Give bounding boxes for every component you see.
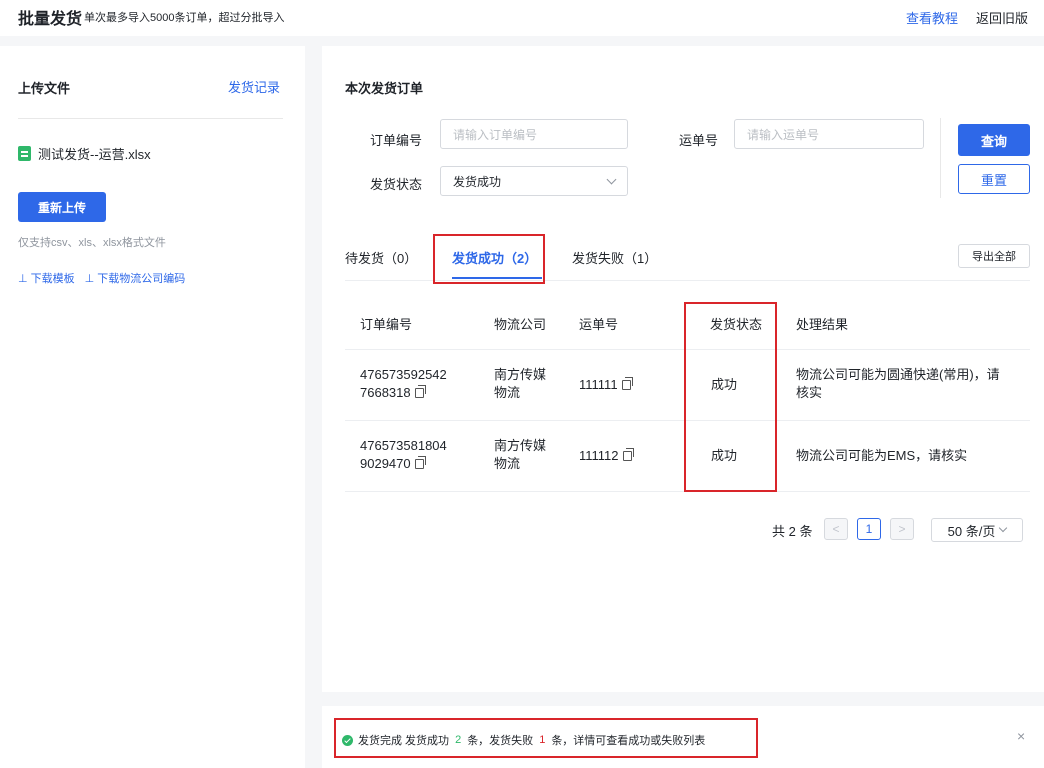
logistics-cell: 南方传媒 物流 (494, 366, 546, 402)
copy-icon[interactable] (621, 377, 633, 390)
highlight-box (334, 718, 758, 758)
logistics-part: 南方传媒 (494, 367, 547, 382)
copy-icon[interactable] (414, 385, 426, 398)
top-bar: 批量发货 单次最多导入5000条订单，超过分批导入 查看教程 返回旧版 (0, 0, 1044, 36)
logistics-part: 物流 (494, 385, 521, 400)
tracking-cell: 111112 (579, 447, 634, 465)
file-format-hint: 仅支持csv、xls、xlsx格式文件 (18, 237, 166, 249)
highlight-box (433, 234, 545, 284)
page-number-button[interactable]: 1 (857, 518, 881, 540)
order-no-part: 476573581804 (360, 438, 447, 453)
order-no-cell: 476573592542 7668318 (360, 366, 447, 402)
column-header-result: 处理结果 (796, 317, 849, 332)
divider (940, 118, 941, 198)
reset-button[interactable]: 重置 (958, 164, 1030, 194)
logistics-part: 南方传媒 (494, 438, 547, 453)
shipping-record-link[interactable]: 发货记录 (228, 77, 280, 96)
download-links: ⊥ 下载模板 ⊥ 下载物流公司编码 (18, 270, 185, 286)
column-header-logistics: 物流公司 (494, 317, 547, 332)
old-version-link[interactable]: 返回旧版 (976, 8, 1028, 27)
result-cell: 物流公司可能为EMS，请核实 (796, 448, 968, 463)
page-title: 批量发货 (18, 11, 83, 28)
upload-title: 上传文件 (18, 81, 71, 96)
order-no-part: 476573592542 (360, 367, 447, 382)
tracking-number: 111112 (579, 448, 619, 463)
order-no-label: 订单编号 (370, 133, 423, 148)
upload-panel: 上传文件 发货记录 测试发货--运营.xlsx 重新上传 仅支持csv、xls、… (0, 46, 305, 768)
tracking-number: 111111 (579, 377, 618, 392)
reupload-button[interactable]: 重新上传 (18, 192, 106, 222)
excel-file-icon (18, 146, 31, 161)
chevron-down-icon (999, 523, 1008, 533)
prev-page-button[interactable]: < (824, 518, 848, 540)
page-subtitle: 单次最多导入5000条订单，超过分批导入 (84, 12, 285, 24)
logistics-cell: 南方传媒 物流 (494, 437, 546, 473)
download-logistics-codes-link[interactable]: ⊥ 下载物流公司编码 (85, 270, 186, 286)
tab-pending[interactable]: 待发货（0） (345, 248, 417, 267)
divider (18, 118, 283, 119)
tracking-input[interactable]: 请输入运单号 (734, 119, 924, 149)
page-size-value: 50 条/页 (947, 523, 996, 539)
order-no-cell: 476573581804 9029470 (360, 437, 447, 473)
result-cell: 物流公司可能为圆通快递(常用)，请 核实 (796, 366, 1000, 402)
query-button[interactable]: 查询 (958, 124, 1030, 156)
tutorial-link[interactable]: 查看教程 (906, 8, 958, 27)
orders-panel: 本次发货订单 订单编号 请输入订单编号 运单号 请输入运单号 发货状态 发货成功… (322, 46, 1044, 692)
status-label: 发货状态 (370, 177, 423, 192)
shipping-result-notice: 发货完成 发货成功 2 条，发货失败 1 条，详情可查看成功或失败列表 × (322, 706, 1044, 768)
status-select-value: 发货成功 (453, 174, 502, 189)
tab-failed[interactable]: 发货失败（1） (572, 248, 657, 267)
download-template-link[interactable]: ⊥ 下载模板 (18, 270, 75, 286)
uploaded-file: 测试发货--运营.xlsx (18, 144, 151, 163)
order-no-part: 7668318 (360, 385, 411, 400)
chevron-down-icon (606, 174, 617, 184)
status-select[interactable]: 发货成功 (440, 166, 628, 196)
file-name: 测试发货--运营.xlsx (38, 147, 151, 162)
result-part: 核实 (796, 385, 823, 400)
highlight-box (684, 302, 777, 492)
order-no-input[interactable]: 请输入订单编号 (440, 119, 628, 149)
copy-icon[interactable] (414, 456, 426, 469)
orders-title: 本次发货订单 (345, 81, 424, 96)
result-part: 物流公司可能为圆通快递(常用)，请 (796, 367, 1000, 382)
copy-icon[interactable] (622, 448, 634, 461)
tracking-label: 运单号 (679, 133, 719, 148)
next-page-button[interactable]: > (890, 518, 914, 540)
tracking-cell: 111111 (579, 376, 633, 394)
export-all-button[interactable]: 导出全部 (958, 244, 1030, 268)
logistics-part: 物流 (494, 456, 521, 471)
order-no-part: 9029470 (360, 456, 411, 471)
pagination-total: 共 2 条 (772, 524, 813, 539)
column-header-tracking: 运单号 (579, 317, 619, 332)
page-size-select[interactable]: 50 条/页 (931, 518, 1023, 542)
column-header-order-no: 订单编号 (360, 317, 413, 332)
close-icon[interactable]: × (1017, 728, 1025, 744)
